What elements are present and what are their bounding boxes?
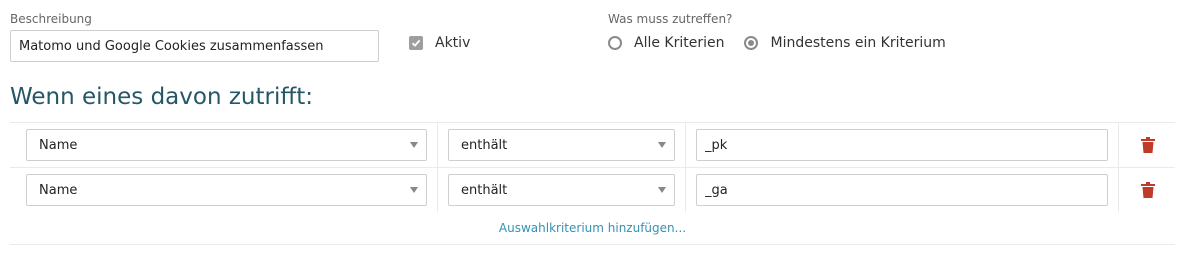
radio-option-all[interactable]: Alle Kriterien: [608, 35, 724, 51]
radio-any-label: Mindestens ein Kriterium: [770, 35, 946, 51]
description-input[interactable]: [10, 30, 379, 62]
field-select[interactable]: Name: [26, 129, 427, 161]
column-divider: [685, 123, 686, 167]
operator-select-value: enthält: [461, 137, 508, 153]
table-row: Name enthält: [10, 122, 1175, 167]
field-select[interactable]: Name: [26, 174, 427, 206]
caret-down-icon: [658, 142, 666, 148]
caret-down-icon: [410, 142, 418, 148]
operator-select-value: enthält: [461, 182, 508, 198]
caret-down-icon: [410, 187, 418, 193]
caret-down-icon: [658, 187, 666, 193]
add-criterion-row: Auswahlkriterium hinzufügen...: [10, 212, 1175, 245]
conditions-heading: Wenn eines davon zutrifft:: [10, 84, 313, 110]
active-checkbox[interactable]: [409, 36, 423, 50]
column-divider: [685, 168, 686, 212]
check-icon: [411, 39, 421, 47]
column-divider: [437, 168, 438, 212]
trash-icon[interactable]: [1141, 182, 1155, 198]
table-row: Name enthält: [10, 167, 1175, 212]
column-divider: [1118, 123, 1119, 167]
field-select-value: Name: [39, 137, 78, 153]
radio-all-label: Alle Kriterien: [634, 35, 725, 51]
segment-header: Beschreibung Aktiv Was muss zutreffen? A…: [0, 0, 1185, 80]
match-radio-group: Alle Kriterien Mindestens ein Kriterium: [608, 35, 966, 51]
field-select-value: Name: [39, 182, 78, 198]
operator-select[interactable]: enthält: [448, 129, 675, 161]
radio-any[interactable]: [744, 36, 759, 50]
operator-select[interactable]: enthält: [448, 174, 675, 206]
value-input[interactable]: [696, 174, 1108, 206]
radio-all[interactable]: [608, 36, 622, 50]
value-input[interactable]: [696, 129, 1108, 161]
active-label: Aktiv: [435, 35, 471, 51]
description-label: Beschreibung: [10, 12, 92, 26]
trash-icon[interactable]: [1141, 137, 1155, 153]
column-divider: [1118, 168, 1119, 212]
radio-option-any[interactable]: Mindestens ein Kriterium: [744, 35, 946, 51]
active-toggle[interactable]: Aktiv: [409, 35, 470, 51]
column-divider: [437, 123, 438, 167]
match-label: Was muss zutreffen?: [608, 12, 733, 26]
conditions-table: Name enthält Name enthält: [10, 122, 1175, 245]
add-criterion-link[interactable]: Auswahlkriterium hinzufügen...: [499, 221, 686, 235]
